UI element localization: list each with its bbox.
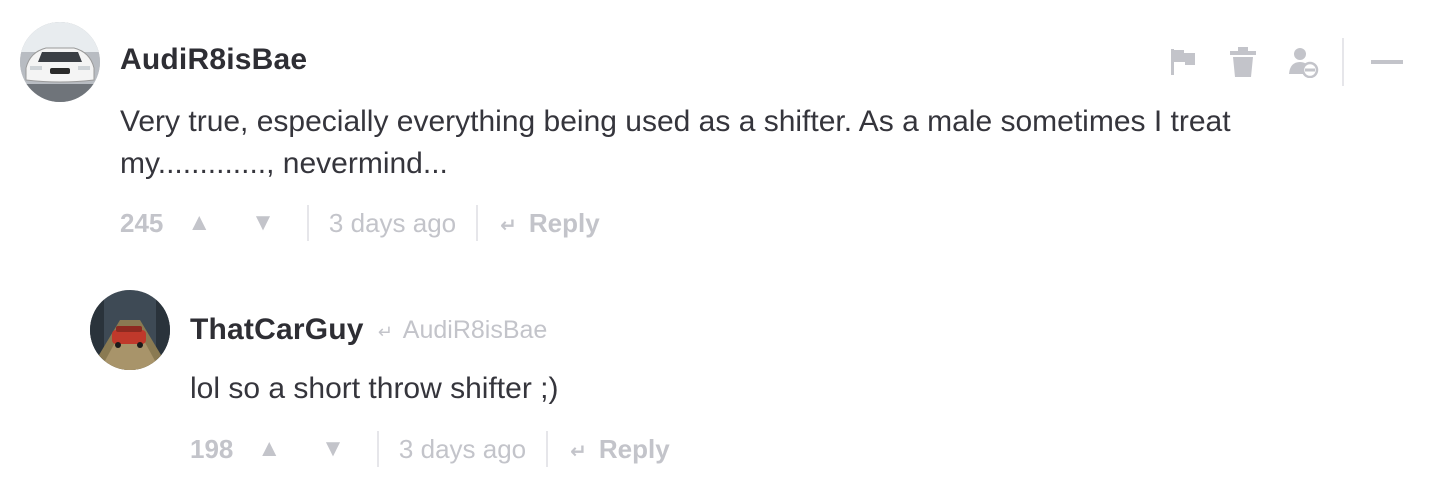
- comment-text: Very true, especially everything being u…: [120, 101, 1300, 185]
- reply-arrow-icon: ↵: [570, 440, 587, 463]
- reply-button[interactable]: ↵ Reply: [500, 208, 600, 239]
- avatar-image: [90, 290, 170, 370]
- reply-button[interactable]: ↵ Reply: [570, 434, 670, 465]
- trash-icon[interactable]: [1226, 45, 1260, 79]
- flag-icon[interactable]: [1166, 45, 1200, 79]
- reply-arrow-icon: ↵: [377, 321, 393, 342]
- divider: [376, 431, 379, 467]
- author-name[interactable]: ThatCarGuy: [190, 313, 364, 347]
- reply-to-link[interactable]: ↵ AudiR8isBae: [378, 316, 548, 345]
- comment-body: ThatCarGuy ↵ AudiR8isBae lol so a short …: [190, 290, 1416, 467]
- comment-text-line: Very true, especially everything being u…: [120, 105, 1231, 138]
- divider: [476, 205, 479, 241]
- comment-actions: [1140, 38, 1404, 86]
- comment-text: lol so a short throw shifter ;): [190, 372, 559, 405]
- avatar-image: [20, 22, 100, 102]
- downvote-button[interactable]: ▼: [321, 435, 345, 463]
- collapse-icon[interactable]: [1370, 45, 1404, 79]
- divider: [306, 205, 309, 241]
- author-name[interactable]: AudiR8isBae: [120, 43, 307, 77]
- block-user-icon[interactable]: [1286, 45, 1320, 79]
- avatar[interactable]: [20, 22, 100, 102]
- reply-label: Reply: [598, 433, 670, 464]
- downvote-button[interactable]: ▼: [251, 209, 275, 237]
- comment-header: ThatCarGuy ↵ AudiR8isBae: [190, 290, 1416, 370]
- timestamp[interactable]: 3 days ago: [399, 434, 526, 465]
- upvote-button[interactable]: ▲: [187, 209, 211, 237]
- reply-arrow-icon: ↵: [500, 214, 517, 237]
- vote-count: 245: [120, 207, 164, 238]
- divider: [1342, 38, 1344, 86]
- comment-header: AudiR8isBae: [120, 22, 307, 98]
- comment-footer: 245 ▲ ▼ 3 days ago ↵ Reply: [120, 203, 600, 243]
- comment-footer: 198 ▲ ▼ 3 days ago ↵ Reply: [190, 429, 670, 469]
- avatar[interactable]: [90, 290, 170, 370]
- reply-label: Reply: [528, 207, 600, 238]
- divider: [546, 431, 549, 467]
- comment-text-line: my............., nevermind...: [120, 147, 448, 180]
- timestamp[interactable]: 3 days ago: [329, 208, 456, 239]
- vote-count: 198: [190, 433, 234, 464]
- reply-to-name: AudiR8isBae: [402, 315, 548, 344]
- upvote-button[interactable]: ▲: [257, 435, 281, 463]
